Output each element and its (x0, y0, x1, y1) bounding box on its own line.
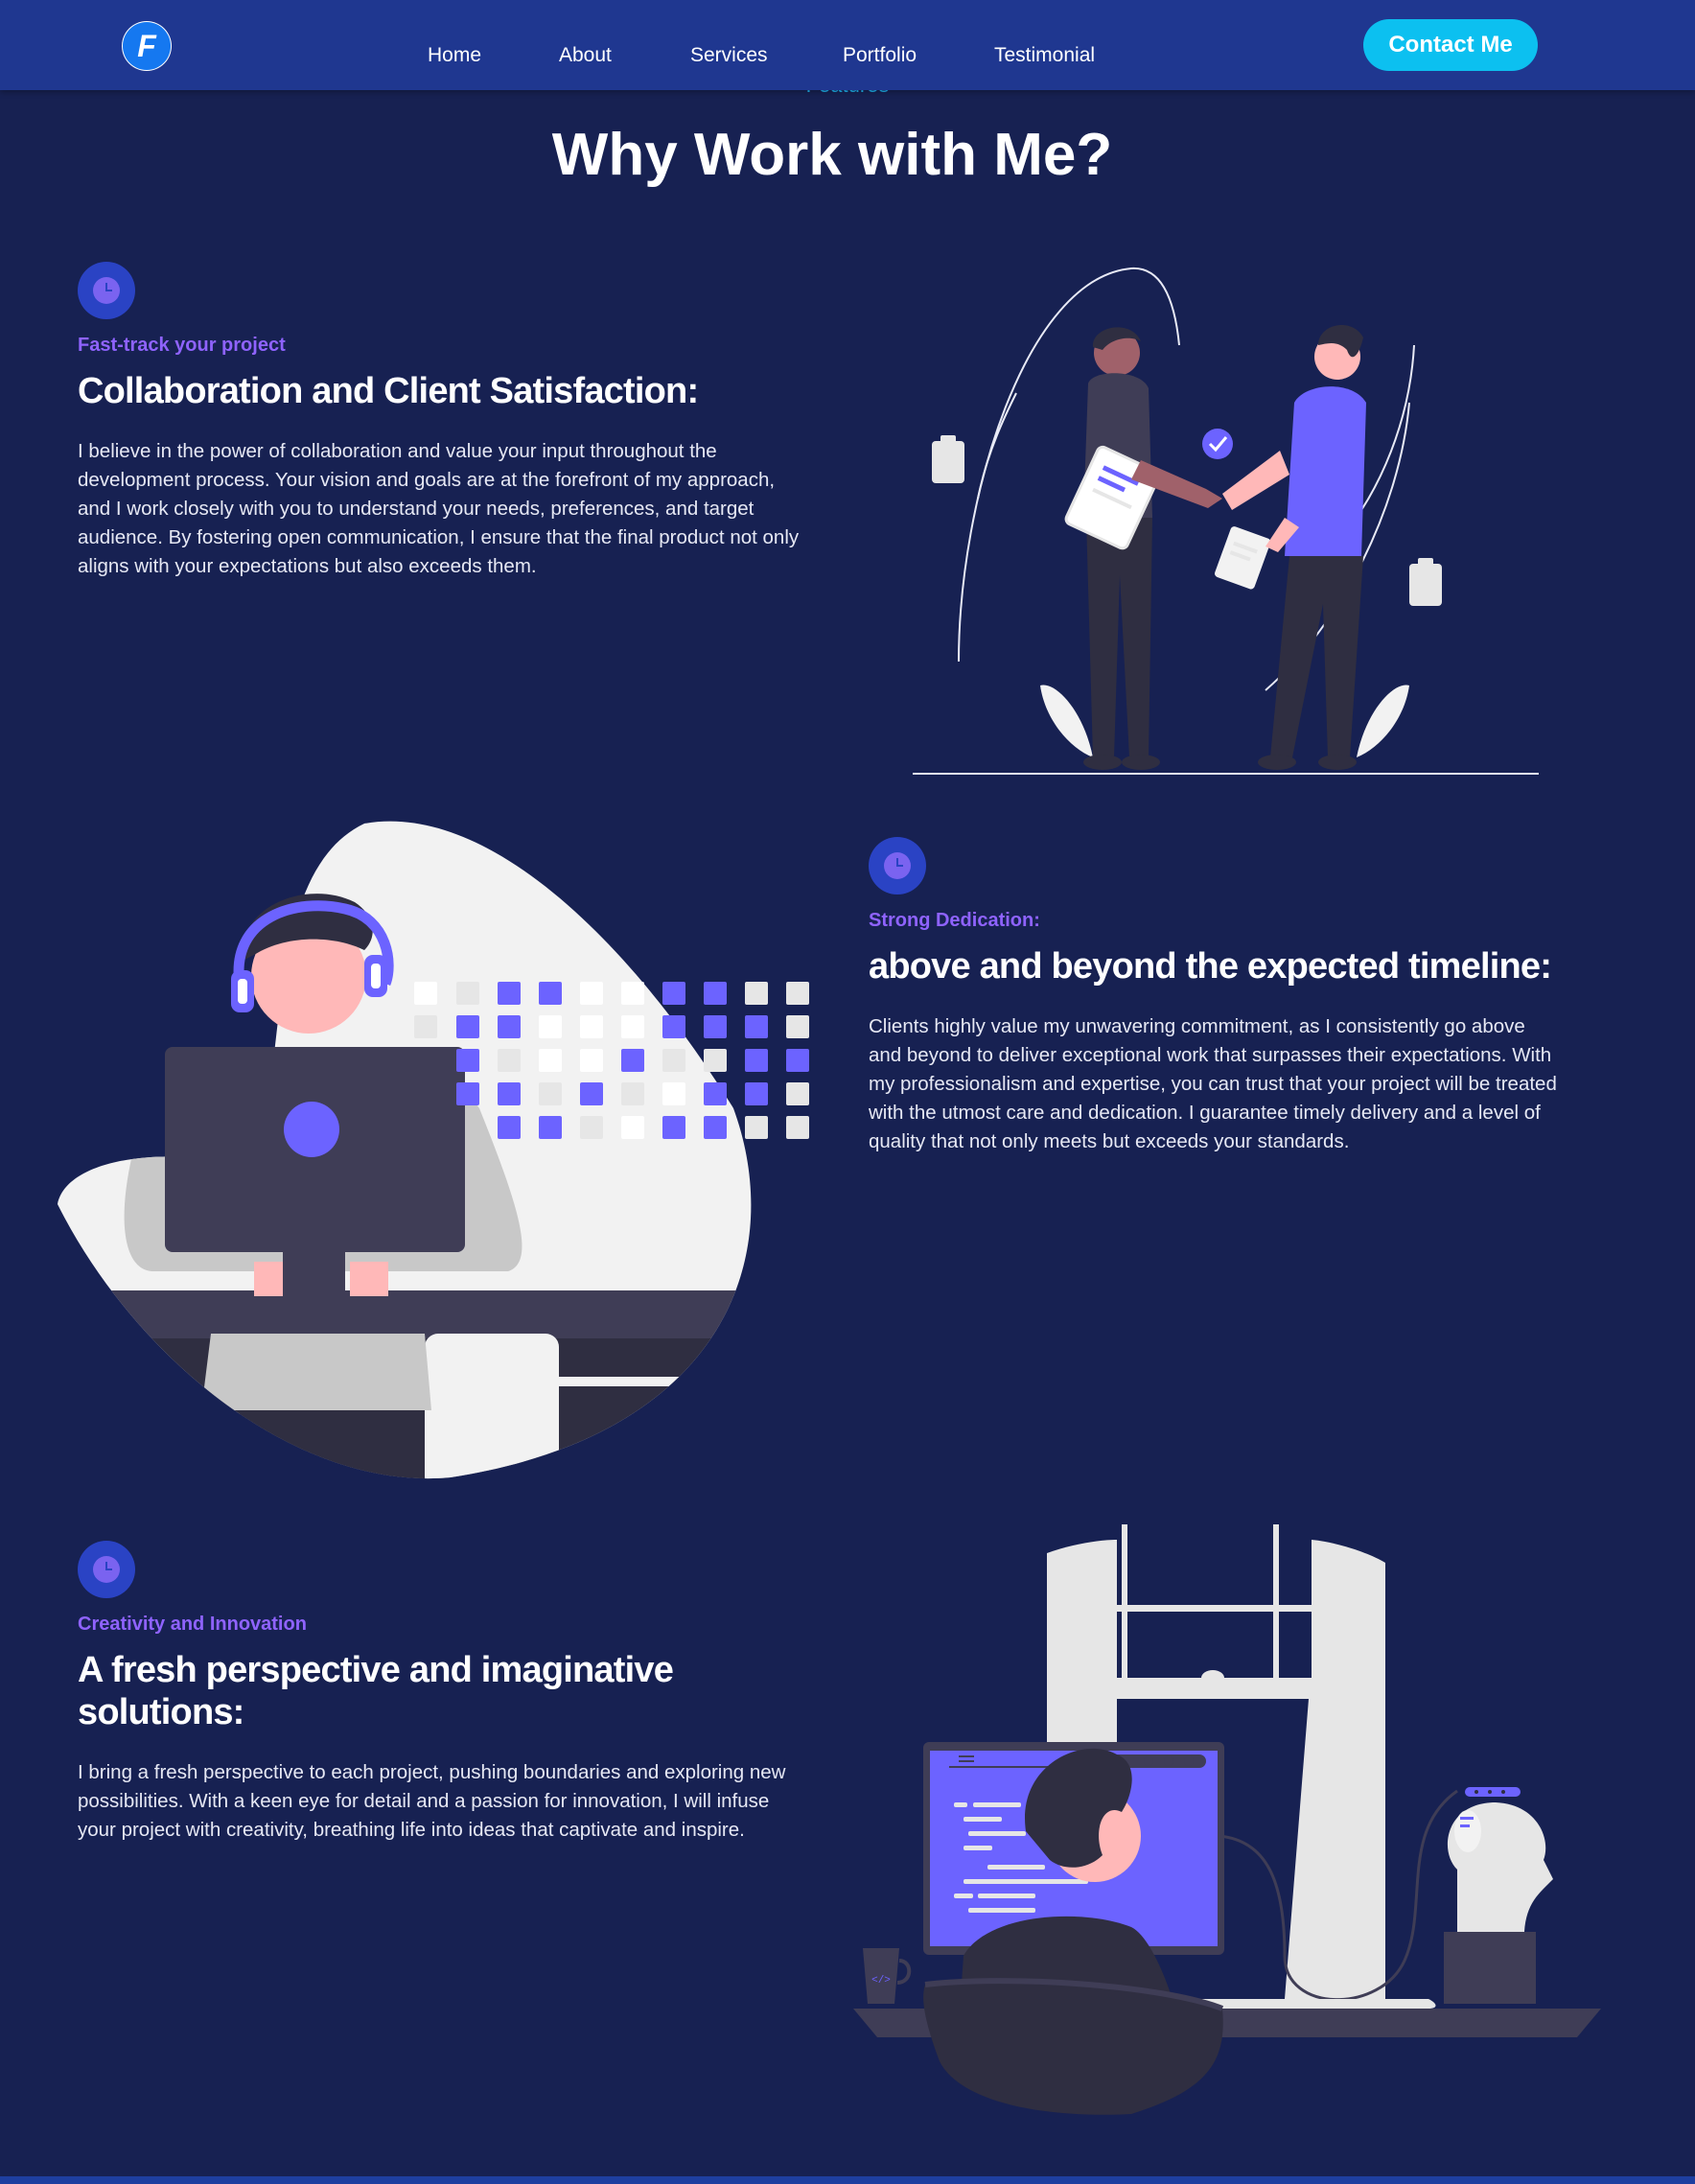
feature-badge (78, 262, 135, 319)
clock-icon (93, 1556, 120, 1583)
feature-badge (78, 1541, 135, 1598)
logo-icon: F (123, 22, 171, 70)
footer-edge (0, 2176, 1695, 2184)
nav-link-services[interactable]: Services (690, 44, 768, 67)
feature-badge (869, 837, 926, 895)
feature-heading: above and beyond the expected timeline: (869, 946, 1552, 987)
nav-link-home[interactable]: Home (428, 44, 481, 67)
svg-text:</>: </> (871, 1975, 891, 1987)
developer-desk-illustration: </> (853, 1524, 1601, 2115)
clock-icon (884, 852, 911, 879)
contact-me-button[interactable]: Contact Me (1363, 19, 1538, 71)
nav-link-testimonial[interactable]: Testimonial (994, 44, 1095, 67)
feature-block-creativity: Creativity and Innovation A fresh perspe… (78, 1541, 806, 1845)
section-title: Why Work with Me? (551, 122, 1113, 188)
feature-eyebrow: Creativity and Innovation (78, 1614, 307, 1635)
feature-eyebrow: Strong Dedication: (869, 910, 1040, 931)
logo[interactable]: F (122, 21, 172, 71)
clock-icon (93, 277, 120, 304)
feature-eyebrow: Fast-track your project (78, 335, 286, 356)
feature-block-dedication: Strong Dedication: above and beyond the … (869, 837, 1559, 1156)
handshake-illustration (913, 267, 1539, 775)
feature-body: I believe in the power of collaboration … (78, 440, 800, 577)
headset-worker-illustration (58, 821, 809, 1479)
navbar: F Home About Services Portfolio Testimon… (0, 0, 1695, 90)
feature-body: Clients highly value my unwavering commi… (869, 1015, 1557, 1152)
nav-link-portfolio[interactable]: Portfolio (843, 44, 917, 67)
feature-heading: Collaboration and Client Satisfaction: (78, 371, 699, 411)
feature-block-collaboration: Fast-track your project Collaboration an… (78, 262, 806, 581)
logo-letter: F (137, 29, 157, 63)
nav-link-about[interactable]: About (559, 44, 612, 67)
feature-body: I bring a fresh perspective to each proj… (78, 1761, 786, 1841)
feature-heading: A fresh perspective and imaginative solu… (78, 1650, 674, 1732)
